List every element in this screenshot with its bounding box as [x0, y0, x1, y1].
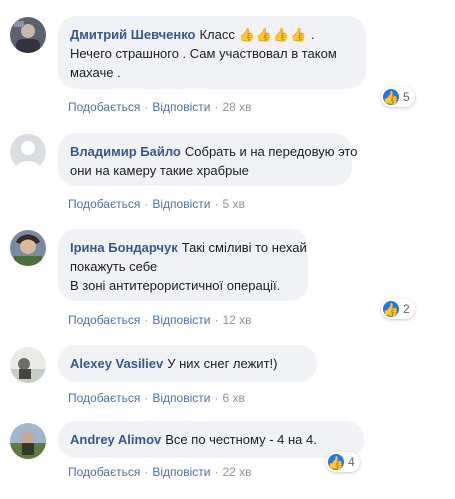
- comment-actions: Подобається · Відповісти · 6 хв: [68, 391, 245, 405]
- comment-author[interactable]: Alexey Vasiliev: [70, 356, 163, 371]
- avatar[interactable]: [10, 347, 46, 383]
- comment-text: они на камеру такие храбрые: [70, 163, 249, 178]
- reply-link[interactable]: Відповісти: [152, 100, 210, 114]
- comment-text: У них снег лежит!): [167, 356, 278, 371]
- comment-time[interactable]: 22 хв: [222, 465, 251, 479]
- comment-bubble: Andrey Alimov Все по честному - 4 на 4.: [58, 421, 364, 458]
- comment-text: покажуть себе: [70, 259, 158, 274]
- reaction-summary[interactable]: 👍 2: [381, 299, 415, 319]
- separator-dot: ·: [144, 100, 149, 114]
- avatar[interactable]: [10, 423, 46, 459]
- comment-actions: Подобається · Відповісти · 28 хв: [68, 100, 252, 114]
- like-link[interactable]: Подобається: [68, 391, 140, 405]
- comment-text: В зоні антитерористичної операції.: [70, 278, 281, 293]
- thumbs-up-emoji: 👍👍👍👍: [238, 27, 308, 42]
- like-link[interactable]: Подобається: [68, 100, 140, 114]
- comment-time[interactable]: 28 хв: [222, 100, 251, 114]
- avatar[interactable]: [10, 230, 46, 266]
- comment-text: Собрать и на передовую это: [184, 144, 358, 159]
- reply-link[interactable]: Відповісти: [152, 391, 210, 405]
- separator-dot: ·: [144, 465, 149, 479]
- separator-dot: ·: [144, 391, 149, 405]
- separator-dot: ·: [144, 313, 149, 327]
- comment-time[interactable]: 5 хв: [222, 197, 244, 211]
- comment-bubble: Ірина Бондарчук Такі сміливі то нехай пок…: [58, 229, 308, 301]
- reaction-count: 5: [403, 90, 410, 104]
- comment-bubble: Alexey Vasiliev У них снег лежит!): [58, 345, 317, 382]
- like-reaction-icon: 👍: [382, 89, 400, 105]
- separator-dot: ·: [214, 197, 219, 211]
- reaction-summary[interactable]: 👍 4: [326, 452, 360, 472]
- like-link[interactable]: Подобається: [68, 197, 140, 211]
- reaction-count: 4: [348, 455, 355, 469]
- reaction-count: 2: [403, 302, 410, 316]
- reply-link[interactable]: Відповісти: [152, 465, 210, 479]
- like-reaction-icon: 👍: [382, 301, 400, 317]
- comment-bubble: Дмитрий Шевченко Класс 👍👍👍👍 . Нечего стра…: [58, 16, 366, 89]
- comment-text: Класс: [199, 27, 235, 42]
- like-reaction-icon: 👍: [327, 454, 345, 470]
- comment-actions: Подобається · Відповісти · 5 хв: [68, 197, 245, 211]
- comment-time[interactable]: 12 хв: [222, 313, 251, 327]
- separator-dot: ·: [144, 197, 149, 211]
- avatar[interactable]: [10, 134, 46, 170]
- comment-author[interactable]: Ірина Бондарчук: [70, 240, 178, 255]
- reaction-summary[interactable]: 👍 5: [381, 87, 415, 107]
- reply-link[interactable]: Відповісти: [152, 197, 210, 211]
- like-link[interactable]: Подобається: [68, 313, 140, 327]
- separator-dot: ·: [214, 465, 219, 479]
- comment-actions: Подобається · Відповісти · 12 хв: [68, 313, 252, 327]
- comment-actions: Подобається · Відповісти · 22 хв: [68, 465, 252, 479]
- separator-dot: ·: [214, 391, 219, 405]
- reply-link[interactable]: Відповісти: [152, 313, 210, 327]
- comment-text: Такі сміливі то нехай: [181, 240, 307, 255]
- comment-time[interactable]: 6 хв: [222, 391, 244, 405]
- comment-text-tail: .: [307, 27, 315, 42]
- separator-dot: ·: [214, 100, 219, 114]
- comment-text: махаче .: [70, 65, 121, 80]
- comment-author[interactable]: Дмитрий Шевченко: [70, 27, 195, 42]
- separator-dot: ·: [214, 313, 219, 327]
- comment-text: Нечего страшного . Сам участвовал в тако…: [70, 46, 337, 61]
- avatar[interactable]: [10, 17, 46, 53]
- like-link[interactable]: Подобається: [68, 465, 140, 479]
- comment-text: Все по честному - 4 на 4.: [165, 432, 317, 447]
- comment-bubble: Владимир Байло Собрать и на передовую это…: [58, 133, 357, 186]
- comment-author[interactable]: Владимир Байло: [70, 144, 181, 159]
- comment-author[interactable]: Andrey Alimov: [70, 432, 161, 447]
